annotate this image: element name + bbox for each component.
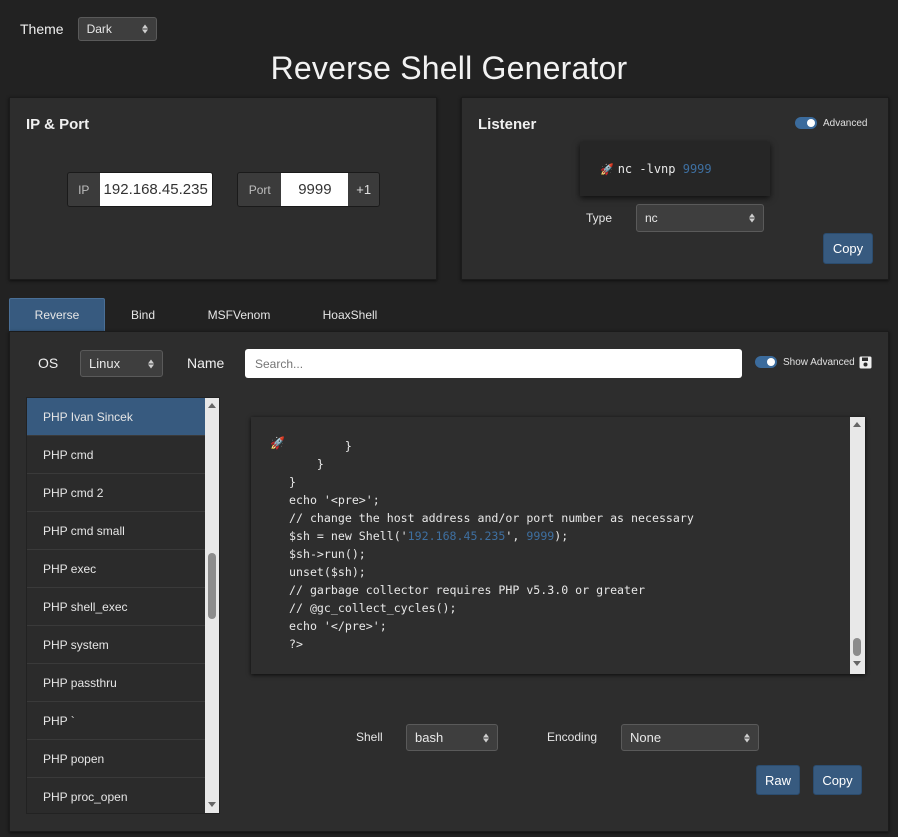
encoding-label: Encoding [547, 730, 598, 744]
tab-reverse[interactable]: Reverse [9, 298, 105, 331]
list-item[interactable]: PHP cmd 2 [27, 474, 205, 512]
advanced-label: Advanced [823, 117, 868, 129]
os-select[interactable]: Linux [80, 350, 163, 377]
encoding-select[interactable]: None [621, 724, 759, 751]
shell-list: PHP Ivan Sincek PHP cmd PHP cmd 2 PHP cm… [26, 397, 220, 814]
scroll-down-icon[interactable] [853, 661, 861, 666]
theme-select-value: Dark [86, 22, 112, 36]
raw-button[interactable]: Raw [756, 765, 800, 795]
scroll-down-icon[interactable] [208, 802, 216, 807]
code-output[interactable]: 🚀 } } } echo '<pre>'; // change the host… [251, 417, 865, 674]
shell-label: Shell [356, 730, 383, 744]
listener-type-select[interactable]: nc [636, 204, 764, 232]
theme-row: Theme Dark [20, 17, 157, 41]
save-icon[interactable] [859, 356, 872, 369]
port-input-group: Port 9999 +1 [237, 172, 380, 207]
ip-port-panel: IP & Port IP 192.168.45.235 Port 9999 +1 [9, 97, 437, 280]
search-input[interactable] [245, 349, 742, 378]
listener-command-box[interactable]: 🚀 nc -lvnp 9999 [580, 142, 770, 196]
list-item[interactable]: PHP ` [27, 702, 205, 740]
port-addon: Port [238, 173, 282, 206]
list-item[interactable]: PHP shell_exec [27, 588, 205, 626]
listener-copy-button[interactable]: Copy [823, 233, 873, 264]
listener-type-label: Type [586, 211, 613, 225]
listener-title: Listener [478, 116, 537, 133]
listener-type-value: nc [645, 211, 658, 225]
list-item[interactable]: PHP proc_open [27, 778, 205, 813]
port-increment-button[interactable]: +1 [348, 173, 379, 206]
list-item[interactable]: PHP exec [27, 550, 205, 588]
name-label: Name [187, 355, 225, 371]
select-arrows-icon [483, 733, 489, 742]
ip-port-title: IP & Port [26, 116, 90, 133]
advanced-toggle[interactable] [795, 117, 817, 129]
listener-panel: Listener Advanced 🚀 nc -lvnp 9999 Type n… [461, 97, 889, 280]
advanced-toggle-row: Advanced [795, 117, 867, 129]
rocket-icon: 🚀 [600, 162, 614, 176]
listener-port: 9999 [682, 162, 712, 176]
scroll-thumb[interactable] [853, 638, 861, 656]
code-text: } } } echo '<pre>'; // change the host a… [289, 439, 694, 651]
list-item-php-ivan-sincek[interactable]: PHP Ivan Sincek [27, 398, 205, 436]
list-item[interactable]: PHP cmd small [27, 512, 205, 550]
tab-msfvenom[interactable]: MSFVenom [181, 298, 297, 331]
ip-input[interactable]: 192.168.45.235 [99, 173, 212, 206]
tab-hoaxshell[interactable]: HoaxShell [297, 298, 403, 331]
shell-type-tabs: Reverse Bind MSFVenom HoaxShell [9, 298, 403, 331]
port-input[interactable]: 9999 [281, 173, 349, 206]
scroll-up-icon[interactable] [853, 422, 861, 427]
show-advanced-row: Show Advanced [755, 356, 855, 368]
tab-bind[interactable]: Bind [105, 298, 181, 331]
listener-command: nc -lvnp [617, 162, 683, 176]
theme-label: Theme [20, 21, 64, 37]
shell-select[interactable]: bash [406, 724, 498, 751]
list-item[interactable]: PHP popen [27, 740, 205, 778]
os-select-value: Linux [89, 356, 121, 371]
rocket-icon: 🚀 [270, 436, 285, 450]
scroll-thumb[interactable] [208, 553, 216, 619]
ip-input-group: IP 192.168.45.235 [67, 172, 213, 207]
os-label: OS [38, 355, 59, 371]
list-item[interactable]: PHP cmd [27, 436, 205, 474]
code-scrollbar[interactable] [850, 417, 865, 674]
page-title: Reverse Shell Generator [270, 50, 628, 86]
select-arrows-icon [141, 24, 148, 34]
encoding-select-value: None [630, 730, 662, 745]
show-advanced-label: Show Advanced [783, 356, 855, 368]
ip-addon: IP [68, 173, 100, 206]
list-item[interactable]: PHP system [27, 626, 205, 664]
select-arrows-icon [744, 733, 750, 742]
shell-list-scrollbar[interactable] [205, 398, 219, 813]
scroll-up-icon[interactable] [208, 403, 216, 408]
list-item[interactable]: PHP passthru [27, 664, 205, 702]
show-advanced-toggle[interactable] [755, 356, 777, 368]
select-arrows-icon [148, 359, 154, 368]
shell-select-value: bash [415, 730, 444, 745]
copy-button[interactable]: Copy [813, 765, 862, 795]
select-arrows-icon [749, 213, 755, 223]
theme-select[interactable]: Dark [77, 17, 157, 41]
